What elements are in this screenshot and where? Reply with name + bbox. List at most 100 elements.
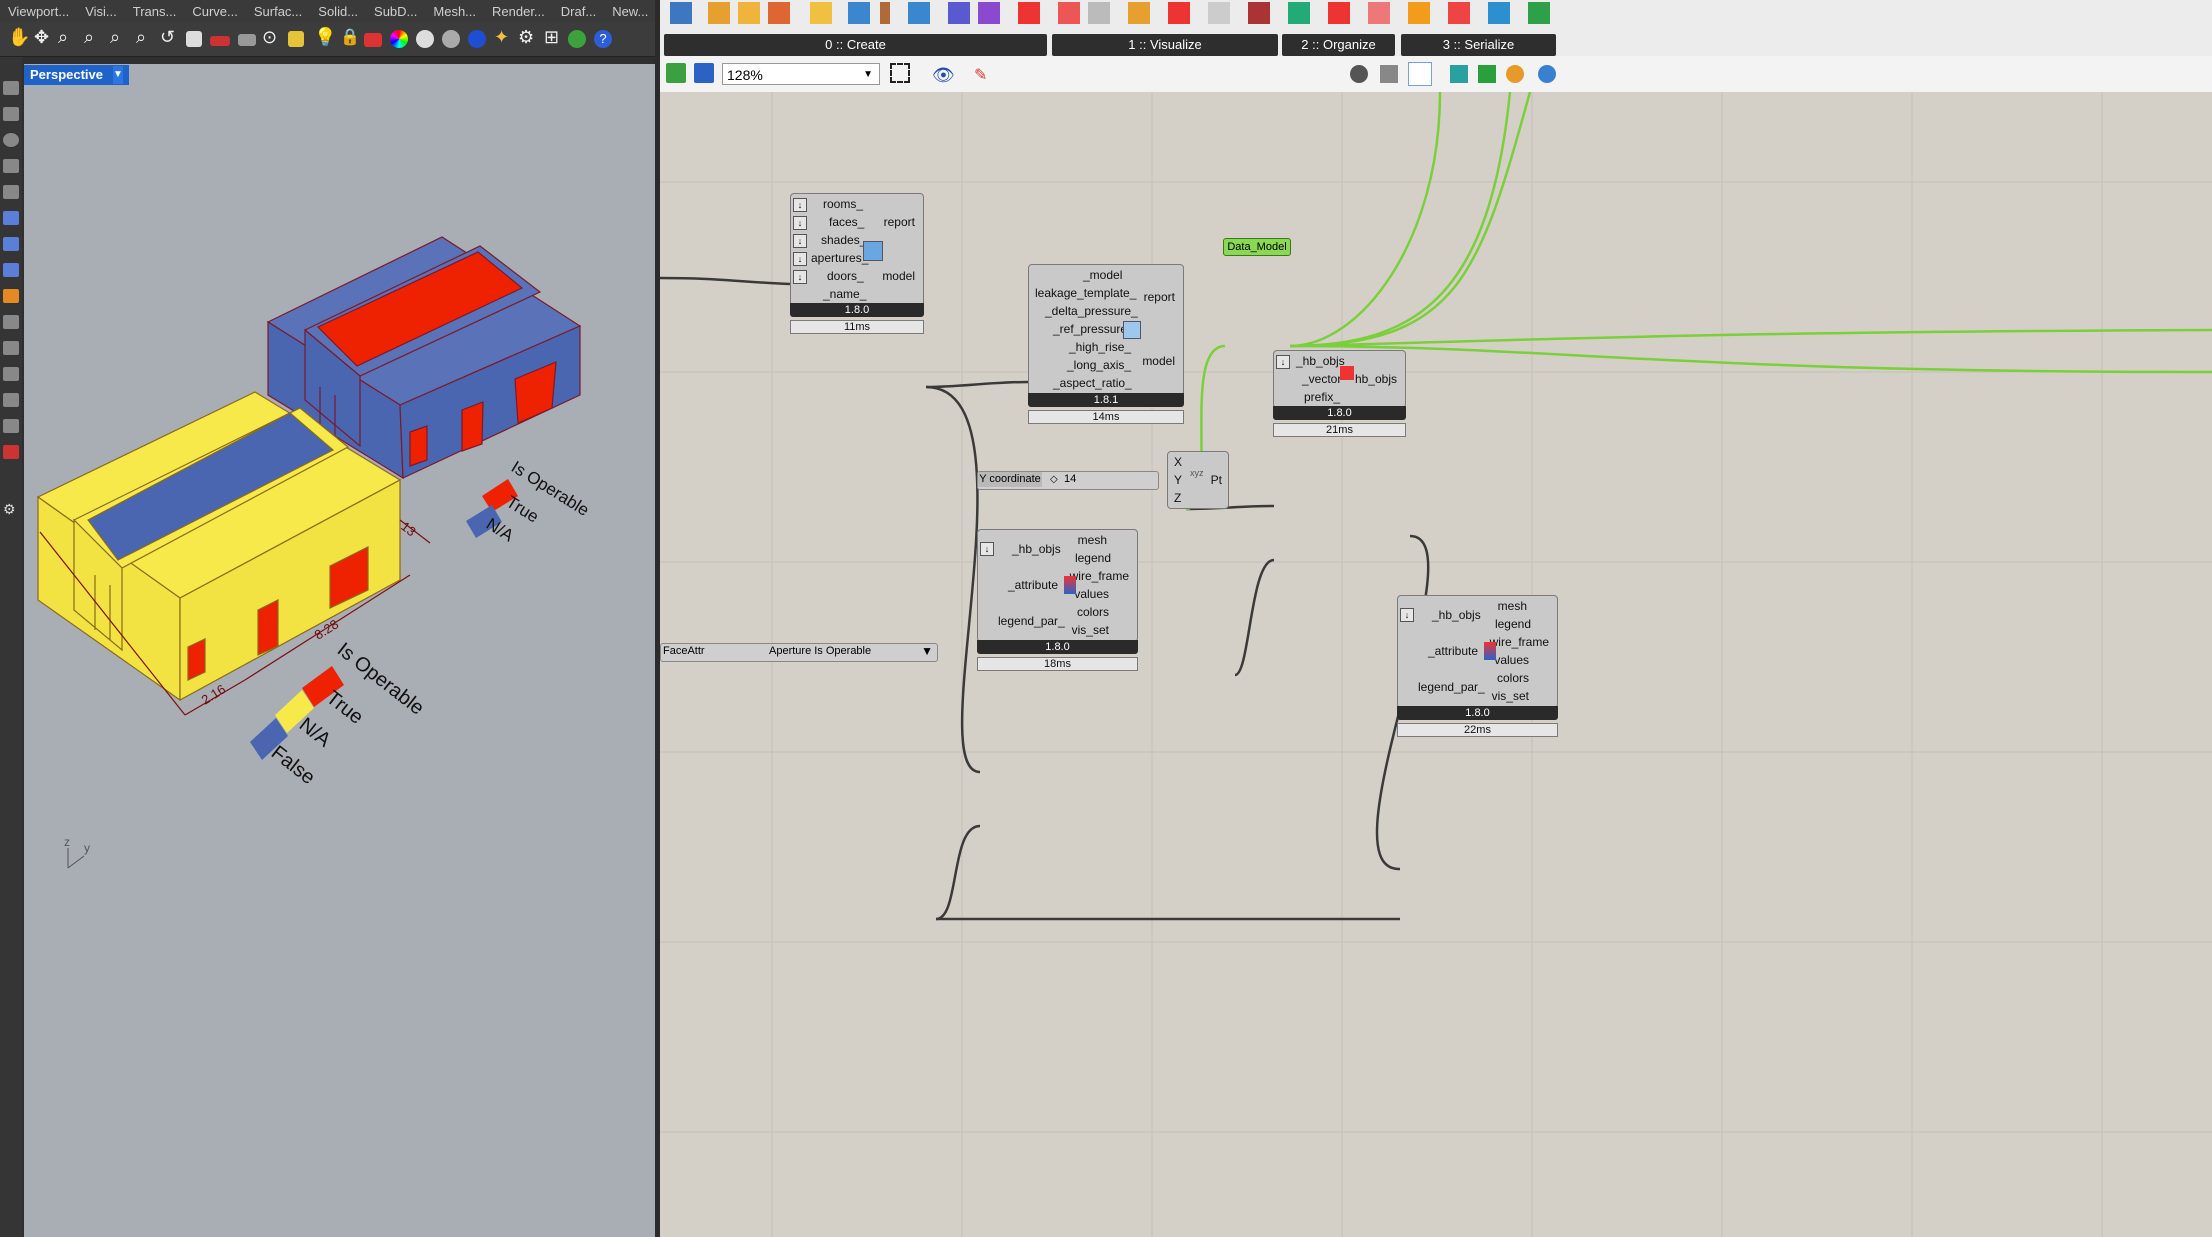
hb-room-icon[interactable] [708, 2, 730, 24]
rotate-view-icon[interactable]: ✥ [34, 27, 56, 49]
tab-organize[interactable]: 2 :: Organize [1282, 34, 1395, 56]
hb-face-icon[interactable] [848, 2, 870, 24]
zoom-extents-icon[interactable]: ⌕ [110, 27, 132, 49]
hb-attr-icon[interactable] [1128, 2, 1150, 24]
gh-canvas[interactable]: rooms_ faces_ shades_ apertures_ doors_ … [660, 92, 2212, 1237]
tab-create[interactable]: 0 :: Create [664, 34, 1047, 56]
grid-icon[interactable]: ⊞ [544, 27, 566, 49]
dimension-tool-icon[interactable] [3, 315, 19, 329]
display-wire-icon[interactable] [1350, 65, 1368, 83]
solid-tool-icon[interactable] [3, 211, 19, 225]
hb-annotation-icon[interactable] [1208, 2, 1230, 24]
face-attr-value-list[interactable]: FaceAttr Aperture Is Operable ▼ [660, 643, 938, 662]
perspective-viewport[interactable]: 2.16 8.28 13 Is Operable True N/A Is Ope… [24, 64, 655, 1237]
zoom-to-fit-icon[interactable] [890, 63, 910, 83]
hb-organize-icon-3[interactable] [1368, 2, 1390, 24]
hb-aperture-icon[interactable] [908, 2, 930, 24]
tab-visualize[interactable]: 1 :: Visualize [1052, 34, 1278, 56]
record-tool-icon[interactable] [3, 445, 19, 459]
display-mode-icon[interactable] [416, 30, 434, 48]
save-file-icon[interactable] [694, 63, 714, 83]
hb-serialize-icon-2[interactable] [1448, 2, 1470, 24]
undo-view-icon[interactable]: ↺ [160, 27, 182, 49]
render-preview-icon-1[interactable] [1450, 65, 1468, 83]
hb-shade-icon[interactable] [810, 2, 832, 24]
hb-serialize-icon-4[interactable] [1528, 2, 1550, 24]
plane-icon[interactable] [238, 34, 256, 46]
display-shaded-icon[interactable] [1380, 65, 1398, 83]
arc-tool-icon[interactable] [3, 185, 19, 199]
sun-icon[interactable]: ✦ [494, 27, 516, 49]
lock-icon[interactable]: 🔒 [340, 27, 362, 49]
zoom-level-select[interactable]: 128% ▼ [722, 63, 880, 85]
help-icon[interactable]: ? [594, 30, 612, 48]
tab-viewport[interactable]: Viewport... [0, 4, 77, 19]
y-coordinate-slider[interactable]: Y coordinate ◇ 14 [977, 471, 1159, 490]
preview-eye-icon[interactable]: 👁 [932, 65, 955, 86]
face-attribute-vis-component-1[interactable]: ↓ _hb_objs _attribute legend_par_ mesh l… [977, 529, 1138, 642]
point-tool-icon[interactable] [3, 81, 19, 95]
tab-curve[interactable]: Curve... [184, 4, 246, 19]
hb-serialize-icon-3[interactable] [1488, 2, 1510, 24]
zoom-window-icon[interactable]: ⌕ [84, 27, 106, 49]
slider-handle-icon[interactable]: ◇ [1050, 474, 1058, 485]
tab-subd[interactable]: SubD... [366, 4, 425, 19]
chevron-down-icon[interactable]: ▼ [921, 644, 933, 658]
hb-box-icon[interactable] [738, 2, 760, 24]
hb-move-component[interactable]: ↓ _hb_objs _vector prefix_ hb_objs [1273, 350, 1406, 408]
hb-model-icon[interactable] [670, 2, 692, 24]
settings-icon[interactable]: ⚙ [518, 27, 540, 49]
transform-tool-icon[interactable] [3, 289, 19, 303]
object-snap-icon[interactable] [288, 31, 304, 47]
render-preview-icon-4[interactable] [1538, 65, 1556, 83]
cplane-icon[interactable]: ⊙ [262, 27, 284, 49]
curve-tool-icon[interactable] [3, 367, 19, 381]
tab-mesh[interactable]: Mesh... [425, 4, 484, 19]
pan-icon[interactable]: ✋ [8, 27, 30, 49]
construct-point-component[interactable]: X Y Z Pt xyz [1167, 451, 1229, 509]
four-views-icon[interactable] [186, 31, 202, 47]
tab-transform[interactable]: Trans... [125, 4, 185, 19]
render-preview-icon-3[interactable] [1506, 65, 1524, 83]
polyline-tool-icon[interactable] [3, 107, 19, 121]
hb-roof-icon[interactable] [978, 2, 1000, 24]
viewport-menu-chevron-down-icon[interactable]: ▼ [113, 66, 123, 84]
gear-tool-icon[interactable]: ⚙ [3, 501, 19, 517]
grid-tool-icon[interactable] [3, 419, 19, 433]
zoom-selected-icon[interactable]: ⌕ [136, 27, 158, 49]
display-selected-icon[interactable] [1408, 62, 1432, 86]
array-tool-icon[interactable] [3, 393, 19, 407]
tab-visibility[interactable]: Visi... [77, 4, 125, 19]
zoom-icon[interactable]: ⌕ [58, 27, 80, 49]
hb-door-icon[interactable] [880, 2, 890, 24]
hb-vis-icon[interactable] [1058, 2, 1080, 24]
tab-drafting[interactable]: Draf... [553, 4, 604, 19]
open-file-icon[interactable] [666, 63, 686, 83]
mesh-tool-icon[interactable] [3, 263, 19, 277]
hb-organize-icon-1[interactable] [1288, 2, 1310, 24]
analyze-tool-icon[interactable] [3, 341, 19, 355]
sketch-icon[interactable]: ✎ [974, 65, 987, 85]
render-preview-icon-2[interactable] [1478, 65, 1496, 83]
hb-model-component[interactable]: rooms_ faces_ shades_ apertures_ doors_ … [790, 193, 924, 313]
hb-colorgrid-icon[interactable] [1248, 2, 1270, 24]
hb-cube-icon[interactable] [1168, 2, 1190, 24]
rectangle-tool-icon[interactable] [3, 159, 19, 173]
hb-house-icon[interactable] [1088, 2, 1110, 24]
hb-leakage-component[interactable]: _model leakage_template_ _delta_pressure… [1028, 264, 1184, 396]
tab-new[interactable]: New... [604, 4, 656, 19]
surface-tool-icon[interactable] [3, 237, 19, 251]
hb-wall-icon[interactable] [948, 2, 970, 24]
tab-serialize[interactable]: 3 :: Serialize [1401, 34, 1556, 56]
color-wheel-icon[interactable] [390, 30, 408, 48]
hb-grid-icon[interactable] [768, 2, 790, 24]
material-icon[interactable] [468, 30, 486, 48]
data-model-relay[interactable]: Data_Model [1223, 238, 1291, 256]
tab-solid[interactable]: Solid... [310, 4, 366, 19]
hb-serialize-icon-1[interactable] [1408, 2, 1430, 24]
hb-organize-icon-2[interactable] [1328, 2, 1350, 24]
circle-tool-icon[interactable] [3, 133, 19, 147]
viewport-title[interactable]: Perspective ▼ [24, 65, 129, 85]
render-icon[interactable] [442, 30, 460, 48]
tab-render[interactable]: Render... [484, 4, 553, 19]
